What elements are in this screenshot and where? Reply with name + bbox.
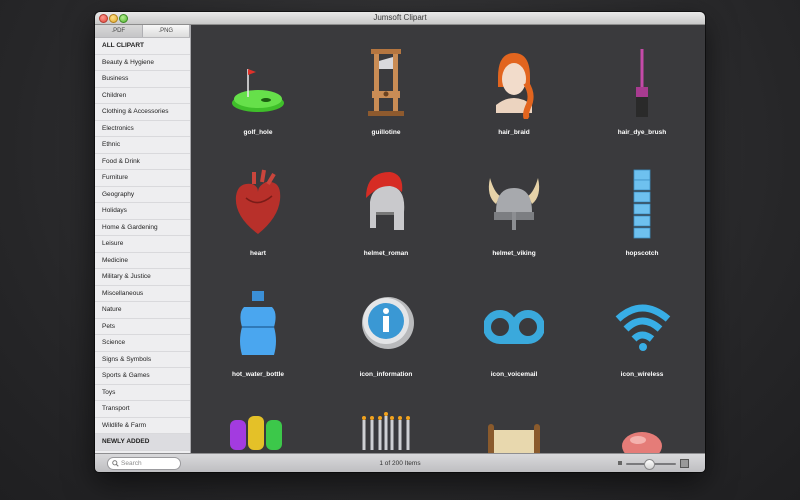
clipart-item[interactable]: icon_voicemail bbox=[450, 267, 578, 388]
app-window: Jumsoft Clipart .PDF .PNG ALL CLIPART Bea… bbox=[95, 12, 705, 472]
sidebar-item-leisure[interactable]: Leisure bbox=[95, 236, 190, 253]
zoom-knob[interactable] bbox=[643, 459, 655, 470]
sidebar-item-all-clipart[interactable]: ALL CLIPART bbox=[95, 38, 190, 55]
sidebar-item-food-drink[interactable]: Food & Drink bbox=[95, 154, 190, 170]
sidebar-item-beauty-hygiene[interactable]: Beauty & Hygiene bbox=[95, 55, 190, 71]
large-size-icon bbox=[680, 459, 689, 468]
information-icon bbox=[356, 289, 416, 361]
guillotine-icon bbox=[356, 47, 416, 119]
clipart-item[interactable]: hair_dye_brush bbox=[578, 25, 705, 146]
clipart-item-label: icon_voicemail bbox=[490, 371, 538, 378]
clipart-item[interactable]: guillotine bbox=[322, 25, 450, 146]
sidebar-item-geography[interactable]: Geography bbox=[95, 187, 190, 203]
clipart-item-label: heart bbox=[250, 250, 266, 257]
clipart-item-label: hopscotch bbox=[625, 250, 659, 257]
category-list: ALL CLIPART Beauty & Hygiene Business Child… bbox=[95, 38, 190, 451]
pink-object-icon bbox=[612, 410, 672, 453]
sidebar-item-nature[interactable]: Nature bbox=[95, 302, 190, 319]
clipart-item[interactable] bbox=[578, 388, 705, 453]
clipart-item-label: golf_hole bbox=[243, 129, 273, 136]
clipart-item[interactable]: golf_hole bbox=[194, 25, 322, 146]
hopscotch-icon bbox=[612, 168, 672, 240]
sidebar-item-sports-games[interactable]: Sports & Games bbox=[95, 368, 190, 385]
clipart-item[interactable]: helmet_viking bbox=[450, 146, 578, 267]
clipart-item-label: hot_water_bottle bbox=[231, 371, 284, 378]
clipart-item[interactable] bbox=[450, 388, 578, 453]
sidebar-item-ethnic[interactable]: Ethnic bbox=[95, 137, 190, 154]
clipart-item[interactable]: hair_braid bbox=[450, 25, 578, 146]
clipart-item[interactable] bbox=[322, 388, 450, 453]
clipart-item-label: helmet_viking bbox=[492, 250, 536, 257]
item-count: 1 of 200 Items bbox=[379, 460, 421, 467]
sidebar-item-business[interactable]: Business bbox=[95, 71, 190, 88]
sidebar-item-pets[interactable]: Pets bbox=[95, 319, 190, 335]
wireless-icon bbox=[612, 289, 672, 361]
tab-pdf[interactable]: .PDF bbox=[95, 25, 143, 37]
sidebar-item-signs-symbols[interactable]: Signs & Symbols bbox=[95, 352, 190, 368]
voicemail-icon bbox=[483, 289, 545, 361]
sidebar-item-science[interactable]: Science bbox=[95, 335, 190, 352]
clipart-item-label: helmet_roman bbox=[363, 250, 409, 257]
sidebar-item-furniture[interactable]: Furniture bbox=[95, 170, 190, 187]
clipart-item[interactable]: icon_information bbox=[322, 267, 450, 388]
clipart-item[interactable]: hot_water_bottle bbox=[194, 267, 322, 388]
sidebar-item-home-gardening[interactable]: Home & Gardening bbox=[95, 220, 190, 236]
sidebar-item-electronics[interactable]: Electronics bbox=[95, 121, 190, 137]
sidebar-item-medicine[interactable]: Medicine bbox=[95, 253, 190, 269]
clipart-item[interactable]: helmet_roman bbox=[322, 146, 450, 267]
sidebar-item-wildlife-farm[interactable]: Wildlife & Farm bbox=[95, 418, 190, 434]
sidebar-item-children[interactable]: Children bbox=[95, 88, 190, 104]
clipart-item[interactable] bbox=[194, 388, 322, 453]
scroll-icon bbox=[484, 410, 544, 453]
clipart-item-label: icon_wireless bbox=[620, 371, 664, 378]
clipart-item-label: hair_dye_brush bbox=[617, 129, 667, 136]
anatomical-heart-icon bbox=[228, 168, 288, 240]
sidebar-item-transport[interactable]: Transport bbox=[95, 401, 190, 418]
tab-png[interactable]: .PNG bbox=[142, 25, 190, 37]
clipart-item[interactable]: hopscotch bbox=[578, 146, 705, 267]
small-size-icon bbox=[618, 461, 622, 465]
hair-dye-brush-icon bbox=[612, 47, 672, 119]
sidebar-item-holidays[interactable]: Holidays bbox=[95, 203, 190, 220]
sidebar-item-clothing-accessories[interactable]: Clothing & Accessories bbox=[95, 104, 190, 121]
clipart-grid-area[interactable]: golf_hole guillotine hair_braid hair_dye_br… bbox=[191, 25, 705, 453]
menorah-icon bbox=[356, 410, 416, 453]
colorful-letters-icon bbox=[228, 410, 288, 453]
sidebar-item-military-justice[interactable]: Military & Justice bbox=[95, 269, 190, 286]
title-bar: Jumsoft Clipart bbox=[95, 12, 705, 25]
clipart-item[interactable]: heart bbox=[194, 146, 322, 267]
sidebar-item-miscellaneous[interactable]: Miscellaneous bbox=[95, 286, 190, 302]
hair-braid-icon bbox=[484, 47, 544, 122]
viking-helmet-icon bbox=[484, 168, 544, 240]
clipart-item-label: icon_information bbox=[359, 371, 413, 378]
clipart-item-label: guillotine bbox=[371, 129, 401, 136]
clipart-item-label: hair_braid bbox=[498, 129, 530, 136]
format-tabs: .PDF .PNG bbox=[95, 25, 190, 38]
status-bar: Search 1 of 200 Items bbox=[95, 453, 705, 472]
window-title: Jumsoft Clipart bbox=[373, 13, 427, 22]
sidebar-item-newly-added[interactable]: NEWLY ADDED bbox=[95, 434, 190, 451]
roman-helmet-icon bbox=[356, 168, 416, 240]
zoom-slider[interactable] bbox=[618, 459, 689, 470]
golf-hole-icon bbox=[228, 47, 288, 119]
hot-water-bottle-icon bbox=[228, 289, 288, 361]
clipart-item[interactable]: icon_wireless bbox=[578, 267, 705, 388]
sidebar: .PDF .PNG ALL CLIPART Beauty & Hygiene Bus… bbox=[95, 25, 191, 453]
sidebar-item-toys[interactable]: Toys bbox=[95, 385, 190, 401]
